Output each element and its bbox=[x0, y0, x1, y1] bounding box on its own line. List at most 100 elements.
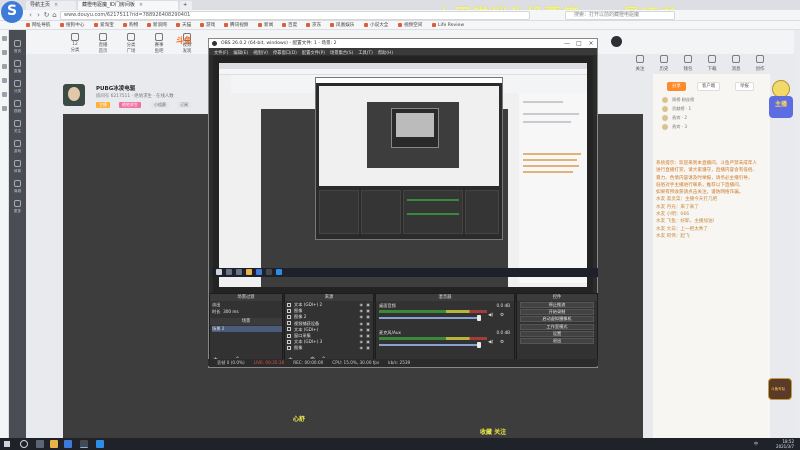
control-button[interactable]: 工作室模式 bbox=[520, 323, 594, 330]
minimize-button[interactable]: — bbox=[561, 39, 573, 48]
duration-value[interactable]: 300 ms bbox=[223, 309, 239, 314]
team-badge[interactable]: 斗鱼车队 bbox=[768, 378, 792, 400]
left-nav-icon[interactable] bbox=[14, 40, 21, 47]
lock-icon[interactable]: ▣ bbox=[366, 314, 370, 320]
browser-tab-douyu[interactable]: 藏橙电驱魔_ID门房间板 × bbox=[78, 1, 178, 10]
gear-icon[interactable]: ⚙ bbox=[500, 340, 504, 345]
tab-close-icon[interactable]: × bbox=[54, 2, 58, 8]
header-tool-item[interactable]: 消息 bbox=[724, 55, 748, 72]
share-button[interactable]: 分享 bbox=[667, 82, 686, 91]
input-language[interactable]: 中 bbox=[740, 441, 758, 446]
streamer-avatar[interactable] bbox=[63, 84, 85, 106]
bookmark-item[interactable]: 京东 bbox=[306, 22, 321, 29]
stream-tag[interactable]: 绝地求生 bbox=[119, 102, 141, 108]
lock-icon[interactable]: ▣ bbox=[366, 308, 370, 314]
eye-icon[interactable]: ◉ bbox=[360, 345, 364, 351]
bookmark-item[interactable]: 天猫 bbox=[176, 22, 191, 29]
bookmark-item[interactable]: 百度 bbox=[282, 22, 297, 29]
left-nav-icon[interactable] bbox=[14, 120, 21, 127]
report-button[interactable]: 举报 bbox=[735, 82, 754, 91]
control-button[interactable]: 开始录制 bbox=[520, 309, 594, 316]
left-nav-icon[interactable] bbox=[14, 200, 21, 207]
header-tool-item[interactable]: 历史 bbox=[652, 55, 676, 72]
bookmark-item[interactable]: 凤凰娱乐 bbox=[330, 22, 354, 29]
address-bar[interactable]: www.douyu.com/6217511?rid=78892640829040… bbox=[60, 11, 530, 20]
header-nav-item[interactable]: 分类 广场 bbox=[118, 33, 144, 54]
lock-icon[interactable]: ▣ bbox=[366, 333, 370, 339]
fan-row[interactable]: 周榜 粉丝榜 bbox=[657, 96, 757, 104]
volume-slider[interactable] bbox=[379, 342, 481, 348]
close-button[interactable]: × bbox=[585, 39, 597, 48]
left-nav-icon[interactable] bbox=[14, 180, 21, 187]
left-nav-icon[interactable] bbox=[14, 80, 21, 87]
obs-taskbar-icon[interactable] bbox=[80, 440, 88, 448]
control-button[interactable]: 停止推流 bbox=[520, 302, 594, 308]
browser-logo-icon[interactable] bbox=[1, 1, 23, 23]
eye-icon[interactable]: ◉ bbox=[360, 333, 364, 339]
header-tool-item[interactable]: 创作 bbox=[748, 55, 772, 72]
app-taskbar-icon[interactable] bbox=[96, 440, 104, 448]
bookmark-item[interactable]: 腾讯视频 bbox=[224, 22, 248, 29]
left-nav-icon[interactable] bbox=[14, 100, 21, 107]
page-scrollbar[interactable] bbox=[794, 30, 800, 438]
header-tool-item[interactable]: 钱包 bbox=[676, 55, 700, 72]
bookmark-item[interactable]: 小说大全 bbox=[364, 22, 388, 29]
left-nav-icon[interactable] bbox=[14, 60, 21, 67]
mascot-badge[interactable]: 主播 bbox=[767, 80, 795, 124]
stream-tag[interactable]: 订阅 bbox=[177, 102, 191, 108]
duration-row[interactable]: 时长 300 ms bbox=[212, 309, 239, 315]
source-item[interactable]: 图像 ◉ ▣ bbox=[287, 345, 373, 351]
header-tool-item[interactable]: 关注 bbox=[628, 55, 652, 72]
file-explorer-icon[interactable] bbox=[50, 440, 58, 448]
transition-row[interactable]: 淡出 bbox=[212, 302, 220, 308]
left-nav-icon[interactable] bbox=[14, 140, 21, 147]
header-tool-item[interactable]: 下载 bbox=[700, 55, 724, 72]
speaker-icon[interactable]: ◀) bbox=[488, 340, 493, 345]
control-button[interactable]: 启动虚拟摄像机 bbox=[520, 316, 594, 323]
left-nav-icon[interactable] bbox=[14, 160, 21, 167]
eye-icon[interactable]: ◉ bbox=[360, 327, 364, 333]
tools-icon[interactable] bbox=[2, 106, 7, 111]
download-icon[interactable] bbox=[2, 64, 7, 69]
fan-row[interactable]: 贵宾 · 3 bbox=[657, 123, 757, 131]
home-button[interactable]: ⌂ bbox=[50, 11, 59, 20]
gear-icon[interactable]: ⚙ bbox=[500, 313, 504, 318]
bookmark-item[interactable]: 新浪网 bbox=[147, 22, 167, 29]
bookmark-item[interactable]: 网址导航 bbox=[26, 22, 50, 29]
fan-row[interactable]: 贵宾 · 2 bbox=[657, 114, 757, 122]
bookmark-item[interactable]: 视频空间 bbox=[398, 22, 422, 29]
speaker-icon[interactable]: ◀) bbox=[488, 313, 493, 318]
windows-start-icon[interactable] bbox=[4, 441, 10, 447]
bookmark-item[interactable]: 搜狗中心 bbox=[60, 22, 84, 29]
client-button[interactable]: 客户端 bbox=[697, 82, 721, 91]
favorites-icon[interactable] bbox=[2, 36, 7, 41]
eye-icon[interactable]: ◉ bbox=[360, 321, 364, 327]
source-item[interactable]: 文本 (GDI+) ◉ ▣ bbox=[287, 327, 373, 333]
history-icon[interactable] bbox=[2, 50, 7, 55]
lock-icon[interactable]: ▣ bbox=[366, 327, 370, 333]
fan-row[interactable]: 贡献榜 · 1 bbox=[657, 105, 757, 113]
control-button[interactable]: 退出 bbox=[520, 338, 594, 344]
browser-taskbar-icon[interactable] bbox=[64, 440, 72, 448]
obs-preview[interactable]: 心舒 bbox=[213, 56, 593, 307]
bookmark-item[interactable]: 游戏 bbox=[200, 22, 215, 29]
header-nav-item[interactable]: 直播 首页 bbox=[90, 33, 116, 54]
eye-icon[interactable]: ◉ bbox=[360, 314, 364, 320]
bookmark-item[interactable]: 购物 bbox=[123, 22, 138, 29]
control-button[interactable]: 设置 bbox=[520, 330, 594, 337]
source-item[interactable]: 视频捕获设备 ◉ ▣ bbox=[287, 321, 373, 327]
eye-icon[interactable]: ◉ bbox=[360, 302, 364, 308]
maximize-button[interactable]: □ bbox=[573, 39, 585, 48]
task-view-icon[interactable] bbox=[36, 440, 44, 448]
header-nav-item[interactable]: 12 分类 bbox=[62, 33, 88, 53]
system-clock[interactable]: 18:52 2021/3/7 bbox=[760, 439, 794, 449]
source-item[interactable]: 图像 2 ◉ ▣ bbox=[287, 314, 373, 320]
search-icon[interactable] bbox=[20, 440, 28, 448]
lock-icon[interactable]: ▣ bbox=[366, 345, 370, 351]
browser-search-input[interactable]: 搜索：打开以前的藏橙电驱魔 bbox=[565, 11, 675, 20]
new-tab-button[interactable]: + bbox=[180, 1, 192, 10]
bookmark-item[interactable]: 爱淘宝 bbox=[94, 22, 114, 29]
lock-icon[interactable]: ▣ bbox=[366, 339, 370, 345]
eye-icon[interactable]: ◉ bbox=[360, 339, 364, 345]
browser-tab-home[interactable]: 导航主页 × bbox=[26, 1, 76, 10]
